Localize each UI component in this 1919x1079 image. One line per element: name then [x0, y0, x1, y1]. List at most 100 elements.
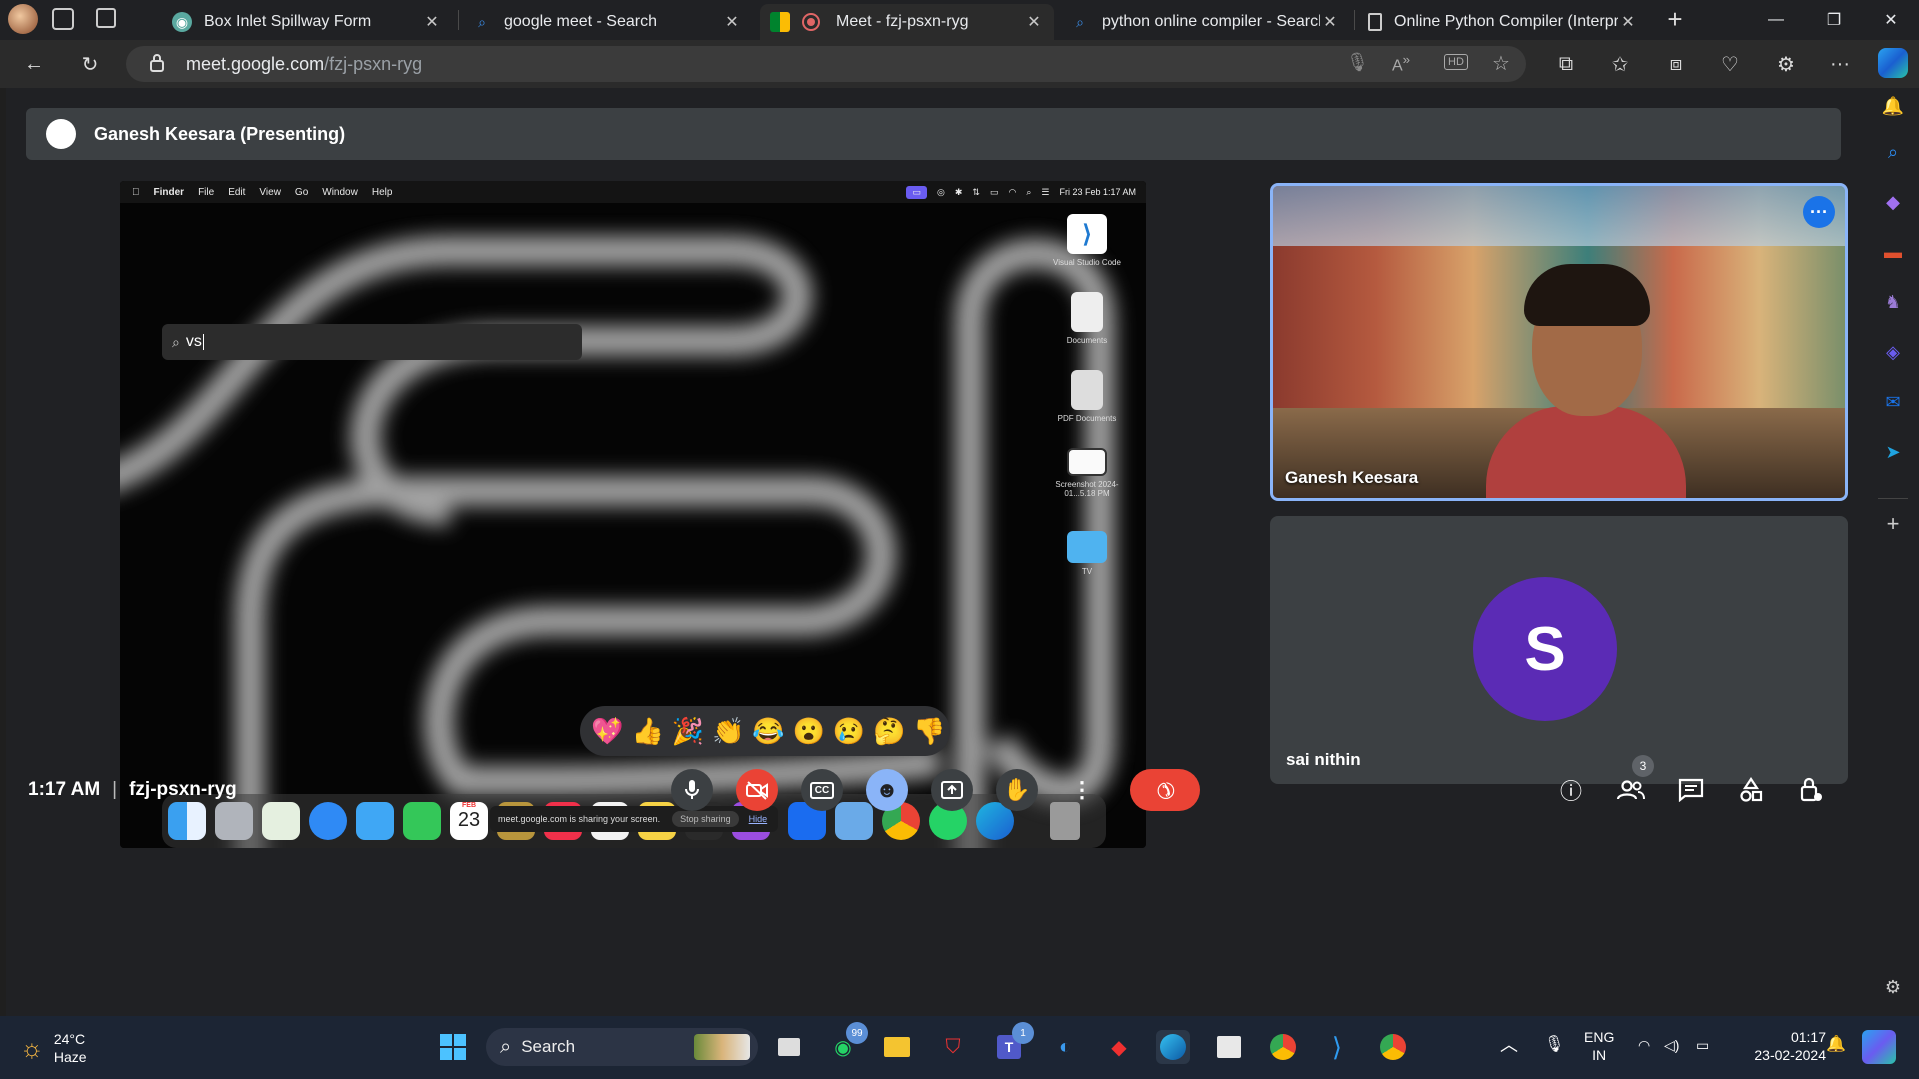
close-tab-icon[interactable]: ✕: [1320, 12, 1340, 32]
close-tab-icon[interactable]: ✕: [1618, 12, 1638, 32]
hd-icon[interactable]: HD: [1444, 54, 1468, 70]
collections-icon[interactable]: ⧈: [1660, 48, 1692, 80]
tab-meet[interactable]: Meet - fzj-psxn-ryg ✕: [760, 4, 1054, 40]
vscode-taskbar-icon[interactable]: ⟩: [1320, 1030, 1354, 1064]
quicktime-icon[interactable]: [835, 802, 873, 840]
wifi-icon[interactable]: ◠: [1008, 187, 1016, 198]
heart-reaction-icon[interactable]: 💖: [588, 711, 627, 751]
more-options-button[interactable]: ⋮: [1061, 769, 1103, 811]
desktop-icon-documents[interactable]: Documents: [1042, 292, 1132, 345]
tab-box-inlet-spillway[interactable]: ◉ Box Inlet Spillway Form ✕: [162, 4, 452, 40]
menu-finder[interactable]: Finder: [154, 187, 185, 198]
system-clock[interactable]: 01:17 23-02-2024: [1736, 1028, 1826, 1064]
sad-reaction-icon[interactable]: 😢: [829, 711, 868, 751]
menu-edit[interactable]: Edit: [228, 187, 245, 198]
camera-off-button[interactable]: [736, 769, 778, 811]
favorites-icon[interactable]: ✩: [1604, 48, 1636, 80]
browser-essentials-icon[interactable]: ♡: [1714, 48, 1746, 80]
mail-icon[interactable]: [356, 802, 394, 840]
thinking-reaction-icon[interactable]: 🤔: [870, 711, 909, 751]
close-tab-icon[interactable]: ✕: [1024, 12, 1044, 32]
battery-tray-icon[interactable]: ▭: [1696, 1036, 1709, 1054]
tools-icon[interactable]: ▬: [1879, 238, 1907, 266]
network-icon[interactable]: ⇅: [972, 187, 980, 198]
read-aloud-icon[interactable]: A»: [1392, 52, 1410, 75]
vertical-tabs-icon[interactable]: [96, 8, 116, 28]
menu-file[interactable]: File: [198, 187, 214, 198]
more-options-icon[interactable]: ···: [1824, 48, 1856, 80]
workspaces-icon[interactable]: [52, 8, 74, 30]
add-sidebar-app-icon[interactable]: +: [1879, 510, 1907, 538]
people-icon[interactable]: 3: [1610, 755, 1654, 811]
participant-tile-sai[interactable]: S sai nithin: [1270, 516, 1848, 784]
host-controls-icon[interactable]: [1790, 769, 1832, 811]
calendar-icon[interactable]: FEB 23: [450, 802, 488, 840]
maps-icon[interactable]: [262, 802, 300, 840]
edge-taskbar-icon[interactable]: [1156, 1030, 1190, 1064]
restore-button[interactable]: ❐: [1806, 0, 1862, 40]
finder-icon[interactable]: [168, 802, 206, 840]
split-screen-icon[interactable]: ⧉: [1550, 48, 1582, 80]
clap-reaction-icon[interactable]: 👏: [709, 711, 748, 751]
copilot-taskbar-icon[interactable]: [1862, 1030, 1896, 1064]
tab-google-meet-search[interactable]: ⌕ google meet - Search ✕: [462, 4, 752, 40]
close-window-button[interactable]: ✕: [1863, 0, 1919, 40]
teams-icon[interactable]: T 1: [992, 1022, 1034, 1064]
surprised-reaction-icon[interactable]: 😮: [789, 711, 828, 751]
thumbs-up-reaction-icon[interactable]: 👍: [628, 711, 667, 751]
captions-button[interactable]: CC: [801, 769, 843, 811]
sync-icon[interactable]: ◎: [937, 187, 945, 198]
spotlight-search[interactable]: ⌕ vs: [162, 324, 582, 360]
close-tab-icon[interactable]: ✕: [722, 12, 742, 32]
leave-call-button[interactable]: ✆: [1130, 769, 1200, 811]
menu-view[interactable]: View: [259, 187, 281, 198]
apple-icon[interactable]: : [132, 187, 140, 198]
send-icon[interactable]: ➤: [1879, 438, 1907, 466]
tab-online-python-compiler[interactable]: Online Python Compiler (Interpre ✕: [1358, 4, 1648, 40]
chrome-profile-taskbar-icon[interactable]: [1376, 1030, 1410, 1064]
extensions-icon[interactable]: ⚙: [1770, 48, 1802, 80]
menu-go[interactable]: Go: [295, 187, 308, 198]
wifi-tray-icon[interactable]: ◠: [1638, 1036, 1650, 1054]
thumbs-down-reaction-icon[interactable]: 👎: [910, 711, 949, 751]
weather-widget[interactable]: ☼ 24°C Haze: [20, 1030, 87, 1066]
notifications-icon[interactable]: 🔔: [1879, 92, 1907, 120]
participant-tile-ganesh[interactable]: Ganesh Keesara ···: [1270, 183, 1848, 501]
notification-bell-icon[interactable]: 🔔: [1826, 1036, 1846, 1054]
menu-help[interactable]: Help: [372, 187, 393, 198]
facetime-icon[interactable]: [403, 802, 441, 840]
party-reaction-icon[interactable]: 🎉: [668, 711, 707, 751]
shopping-tag-icon[interactable]: ◆: [1879, 188, 1907, 216]
menu-window[interactable]: Window: [322, 187, 358, 198]
laugh-reaction-icon[interactable]: 😂: [749, 711, 788, 751]
desktop-icon-pdf-documents[interactable]: PDF Documents: [1042, 370, 1132, 423]
tab-python-compiler-search[interactable]: ⌕ python online compiler - Search ✕: [1060, 4, 1350, 40]
safari-icon[interactable]: [309, 802, 347, 840]
copilot-sidebar-icon[interactable]: ◈: [1879, 338, 1907, 366]
python-icon[interactable]: ◐: [1048, 1030, 1082, 1064]
meeting-details-icon[interactable]: ⓘ: [1550, 769, 1592, 811]
launchpad-icon[interactable]: [215, 802, 253, 840]
present-screen-button[interactable]: [931, 769, 973, 811]
task-view-icon[interactable]: [772, 1030, 806, 1064]
activities-icon[interactable]: [1730, 769, 1772, 811]
control-center-icon[interactable]: ☰: [1041, 187, 1049, 198]
taskbar-search[interactable]: ⌕ Search: [486, 1028, 758, 1066]
whatsapp-taskbar-icon[interactable]: ◉ 99: [826, 1022, 868, 1064]
microphone-tray-icon[interactable]: 🎙: [1544, 1036, 1564, 1054]
microsoft-store-icon[interactable]: [1212, 1030, 1246, 1064]
new-tab-button[interactable]: +: [1660, 4, 1690, 34]
copilot-icon[interactable]: [1878, 48, 1908, 78]
games-icon[interactable]: ♞: [1879, 288, 1907, 316]
profile-avatar[interactable]: [8, 4, 38, 34]
back-button[interactable]: ←: [18, 48, 50, 80]
refresh-button[interactable]: ↻: [74, 48, 106, 80]
search-icon[interactable]: ⌕: [1879, 138, 1907, 166]
address-bar[interactable]: meet.google.com/fzj-psxn-ryg 🎙 A» HD ☆: [126, 46, 1526, 82]
mcafee-icon[interactable]: ⛉: [936, 1030, 970, 1064]
stop-sharing-button[interactable]: Stop sharing: [672, 811, 739, 827]
chrome-taskbar-icon[interactable]: [1266, 1030, 1300, 1064]
anydesk-icon[interactable]: ◆: [1102, 1030, 1136, 1064]
file-explorer-icon[interactable]: [880, 1030, 914, 1064]
windows-start-icon[interactable]: [436, 1030, 470, 1064]
